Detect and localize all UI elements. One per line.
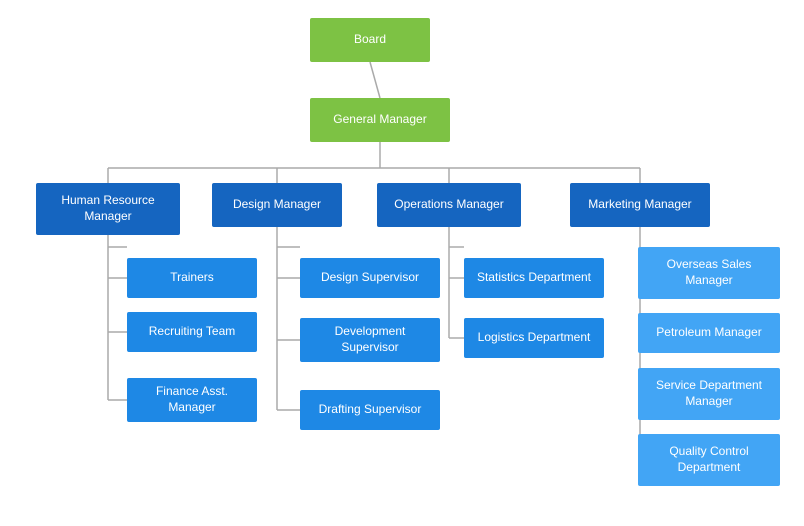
petroleum-mgr-node: Petroleum Manager <box>638 313 780 353</box>
ops-manager-node: Operations Manager <box>377 183 521 227</box>
hr-manager-node: Human Resource Manager <box>36 183 180 235</box>
marketing-manager-node: Marketing Manager <box>570 183 710 227</box>
trainers-node: Trainers <box>127 258 257 298</box>
quality-control-node: Quality Control Department <box>638 434 780 486</box>
ops-manager-label: Operations Manager <box>394 197 503 213</box>
recruiting-team-node: Recruiting Team <box>127 312 257 352</box>
petroleum-mgr-label: Petroleum Manager <box>656 325 761 341</box>
logistics-dept-node: Logistics Department <box>464 318 604 358</box>
trainers-label: Trainers <box>170 270 214 286</box>
recruiting-team-label: Recruiting Team <box>149 324 235 340</box>
design-manager-node: Design Manager <box>212 183 342 227</box>
general-manager-label: General Manager <box>333 112 426 128</box>
board-node: Board <box>310 18 430 62</box>
drafting-supervisor-node: Drafting Supervisor <box>300 390 440 430</box>
org-chart: Board General Manager Human Resource Man… <box>0 0 804 526</box>
design-supervisor-node: Design Supervisor <box>300 258 440 298</box>
board-label: Board <box>354 32 386 48</box>
quality-control-label: Quality Control Department <box>644 444 774 475</box>
dev-supervisor-node: Development Supervisor <box>300 318 440 362</box>
marketing-manager-label: Marketing Manager <box>588 197 691 213</box>
hr-manager-label: Human Resource Manager <box>42 193 174 224</box>
drafting-supervisor-label: Drafting Supervisor <box>319 402 422 418</box>
overseas-sales-node: Overseas Sales Manager <box>638 247 780 299</box>
logistics-dept-label: Logistics Department <box>478 330 591 346</box>
design-supervisor-label: Design Supervisor <box>321 270 419 286</box>
design-manager-label: Design Manager <box>233 197 321 213</box>
service-dept-mgr-label: Service Department Manager <box>644 378 774 409</box>
overseas-sales-label: Overseas Sales Manager <box>644 257 774 288</box>
finance-asst-node: Finance Asst. Manager <box>127 378 257 422</box>
statistics-dept-node: Statistics Department <box>464 258 604 298</box>
general-manager-node: General Manager <box>310 98 450 142</box>
dev-supervisor-label: Development Supervisor <box>306 324 434 355</box>
finance-asst-label: Finance Asst. Manager <box>133 384 251 415</box>
service-dept-mgr-node: Service Department Manager <box>638 368 780 420</box>
statistics-dept-label: Statistics Department <box>477 270 591 286</box>
